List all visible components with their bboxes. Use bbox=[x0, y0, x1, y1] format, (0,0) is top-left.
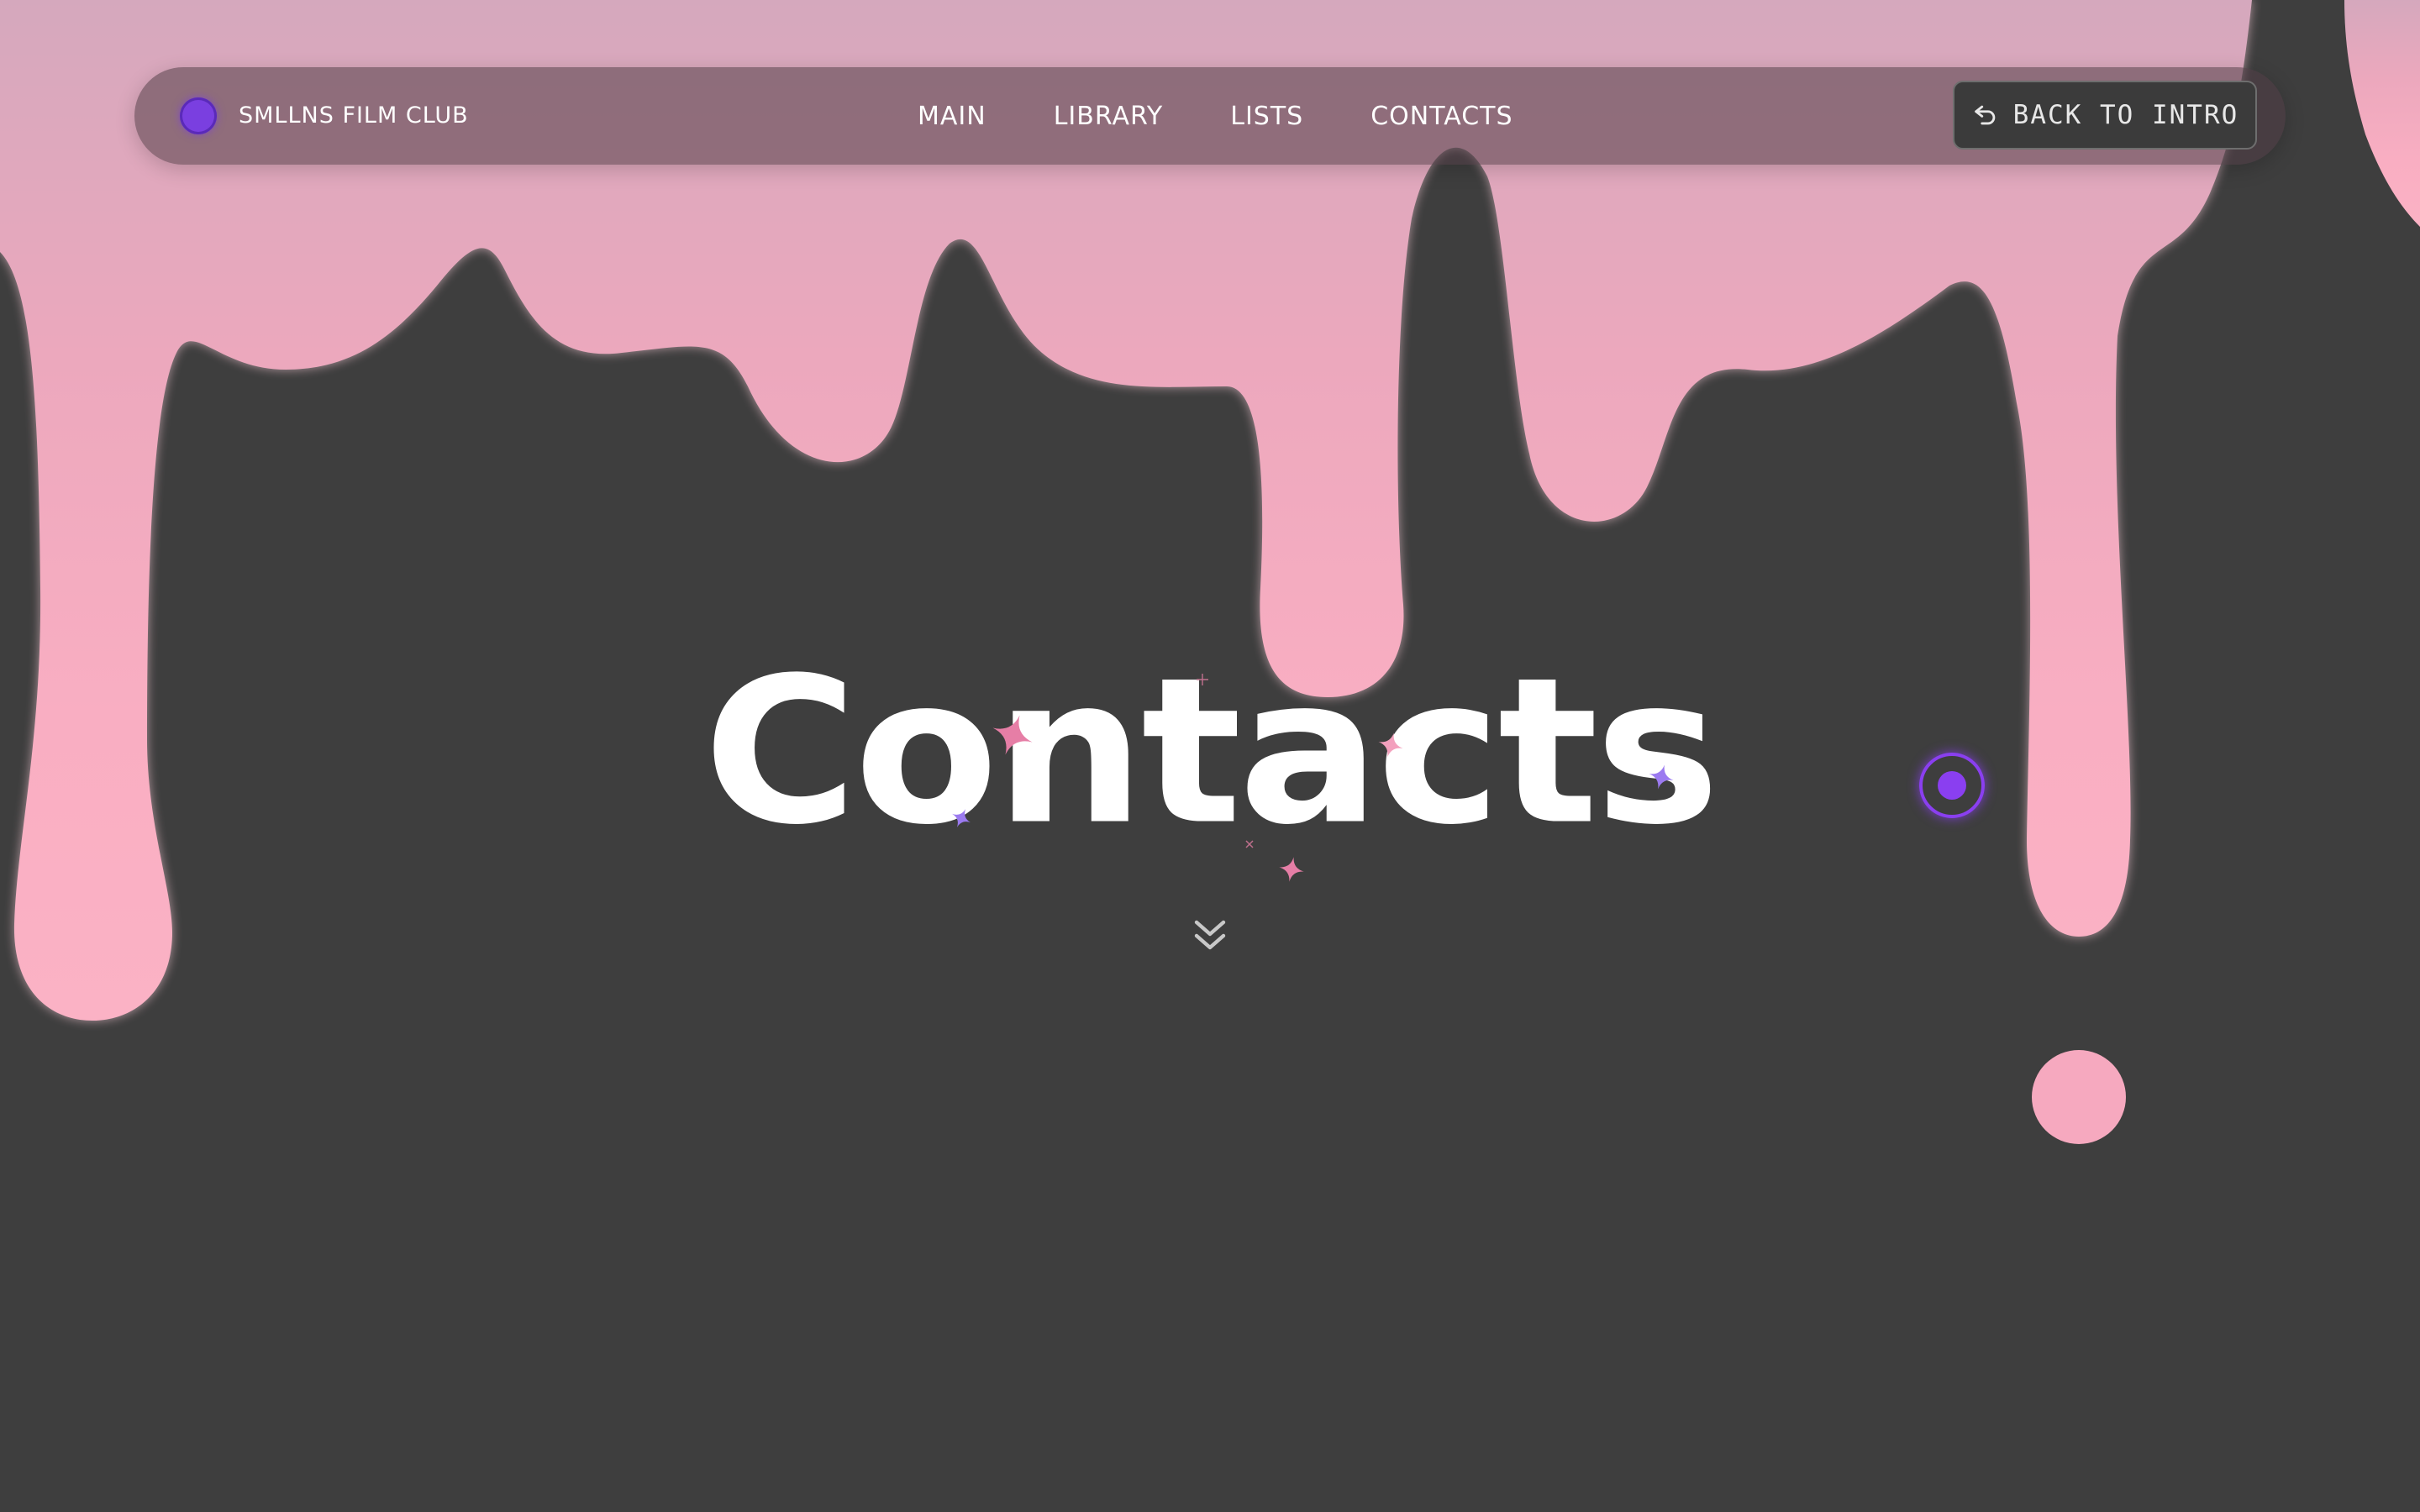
page-title: Contacts bbox=[703, 633, 1720, 869]
sparkle-icon bbox=[992, 715, 1033, 755]
sparkle-icon bbox=[1245, 840, 1254, 848]
logo-dot-icon[interactable] bbox=[180, 97, 217, 134]
falling-drop bbox=[2032, 1050, 2126, 1144]
cursor-ring-icon bbox=[1919, 753, 1985, 818]
nav-link-library[interactable]: LIBRARY bbox=[1054, 102, 1164, 131]
back-button-label: BACK TO INTRO bbox=[2012, 100, 2239, 130]
nav-link-lists[interactable]: LISTS bbox=[1230, 102, 1303, 131]
cursor-dot bbox=[1938, 771, 1966, 800]
top-navigation-bar: SMLLNS FILM CLUB MAIN LIBRARY LISTS CONT… bbox=[134, 67, 2286, 165]
nav-links: MAIN LIBRARY LISTS CONTACTS bbox=[918, 67, 1513, 165]
double-chevron-down-icon[interactable] bbox=[1190, 916, 1230, 956]
nav-link-contacts[interactable]: CONTACTS bbox=[1370, 102, 1512, 131]
sparkle-icon bbox=[1378, 732, 1403, 758]
sparkle-icon bbox=[1649, 764, 1674, 790]
page: SMLLNS FILM CLUB MAIN LIBRARY LISTS CONT… bbox=[0, 0, 2420, 1512]
back-to-intro-button[interactable]: BACK TO INTRO bbox=[1953, 81, 2257, 150]
sparkle-icon bbox=[952, 809, 971, 827]
sparkle-icon bbox=[1279, 857, 1304, 882]
sparkle-icon bbox=[1197, 674, 1208, 685]
nav-link-main[interactable]: MAIN bbox=[918, 102, 986, 131]
drip-right-edge bbox=[2344, 0, 2420, 227]
undo-arrow-icon bbox=[1974, 105, 1995, 125]
brand-name[interactable]: SMLLNS FILM CLUB bbox=[239, 67, 469, 165]
